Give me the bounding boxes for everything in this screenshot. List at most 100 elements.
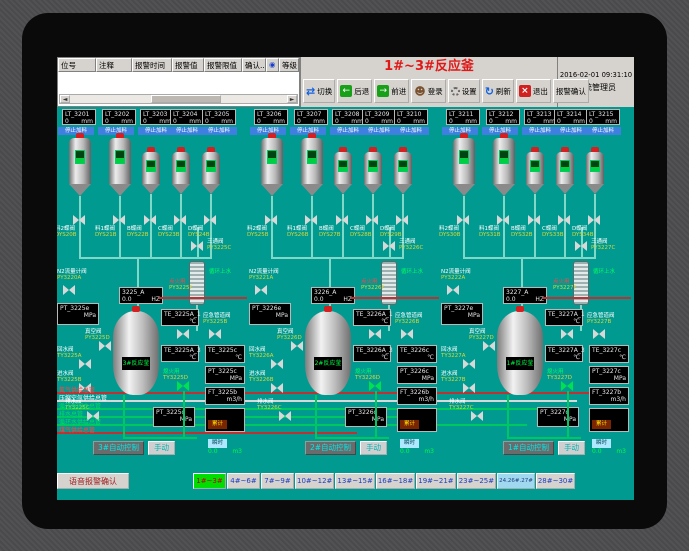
butterfly-valve[interactable] xyxy=(528,215,540,225)
butterfly-valve[interactable] xyxy=(204,215,216,225)
extinguish-valve[interactable] xyxy=(561,381,573,391)
back-button[interactable]: ← 后退 xyxy=(337,79,372,103)
temperature-display[interactable]: TE_3226c ℃ xyxy=(397,345,437,363)
level-display[interactable]: LT_3213 0mm xyxy=(524,109,558,125)
temperature-display[interactable]: TE_3226A_3 ℃ xyxy=(353,345,391,362)
butterfly-valve[interactable] xyxy=(366,215,378,225)
manual-button-1[interactable]: 手动 xyxy=(558,441,585,455)
drain-valve[interactable] xyxy=(279,411,291,421)
pressure-display[interactable]: PT_3227e MPa xyxy=(441,303,483,325)
emergency-pipe-valve[interactable] xyxy=(593,329,605,339)
level-display[interactable]: LT_3210 0mm xyxy=(394,109,428,125)
scroll-right-icon[interactable]: ► xyxy=(287,95,297,103)
manual-button-2[interactable]: 手动 xyxy=(360,441,387,455)
alarm-table-scrollbar[interactable]: ◄ ► xyxy=(59,94,298,104)
agitator-display[interactable]: 3226_A 0.0HZ xyxy=(311,287,355,304)
page-button-2[interactable]: 7#~9# xyxy=(261,473,294,489)
voice-alarm-confirm-button[interactable]: 语音报警确认 xyxy=(57,473,129,489)
exit-button[interactable]: × 退出 xyxy=(516,79,551,103)
level-display[interactable]: LT_3211 0mm xyxy=(446,109,480,125)
manual-button-3[interactable]: 手动 xyxy=(148,441,175,455)
pressure-display[interactable]: PT_3226c MPa xyxy=(397,366,437,384)
level-display[interactable]: LT_3214 0mm xyxy=(554,109,588,125)
agitator-display[interactable]: 3227_A 0.0HZ xyxy=(503,287,547,304)
temperature-display[interactable]: TE_3225A_3 ℃ xyxy=(161,345,199,362)
pressure-display[interactable]: PT_3225e MPa xyxy=(57,303,99,325)
level-display[interactable]: LT_3212 0mm xyxy=(486,109,520,125)
page-button-0[interactable]: 1#~3# xyxy=(193,473,226,489)
n2-flow-valve[interactable] xyxy=(255,285,267,295)
page-button-7[interactable]: 23#~25# xyxy=(457,473,496,489)
level-display[interactable]: LT_3208 0mm xyxy=(332,109,366,125)
switch-button[interactable]: ⇄ 切换 xyxy=(303,79,335,103)
total-button[interactable]: 累计 xyxy=(592,420,611,429)
flow-display[interactable]: FT_3226b m3/h xyxy=(397,387,437,405)
emergency-pipe-valve[interactable] xyxy=(401,329,413,339)
return-valve[interactable] xyxy=(463,359,475,369)
level-display[interactable]: LT_3201 0mm xyxy=(62,109,96,125)
butterfly-valve[interactable] xyxy=(336,215,348,225)
page-button-6[interactable]: 19#~21# xyxy=(416,473,455,489)
level-display[interactable]: LT_3204 0mm xyxy=(170,109,204,125)
vacuum-valve[interactable] xyxy=(291,341,303,351)
totalizer-display[interactable]: 累计瞬时 0.0m3 xyxy=(589,408,629,432)
extinguish-valve[interactable] xyxy=(369,381,381,391)
instant-button[interactable]: 瞬时 xyxy=(400,439,419,448)
level-display[interactable]: LT_3206 0mm xyxy=(254,109,288,125)
emergency-pipe-valve[interactable] xyxy=(209,329,221,339)
settings-button[interactable]: 设置 xyxy=(448,79,480,103)
temperature-display[interactable]: TE_3227c ℃ xyxy=(589,345,629,363)
total-button[interactable]: 累计 xyxy=(208,420,227,429)
page-button-8[interactable]: 24.26#.27# xyxy=(497,473,535,489)
scroll-thumb[interactable] xyxy=(151,95,221,103)
page-button-5[interactable]: 16#~18# xyxy=(376,473,415,489)
butterfly-valve[interactable] xyxy=(396,215,408,225)
three-way-valve[interactable] xyxy=(575,241,587,251)
reactor-vessel[interactable]: 3#反应釜 xyxy=(113,311,159,395)
pressure-display[interactable]: PT_3227c MPa xyxy=(589,366,629,384)
level-display[interactable]: LT_3215 0mm xyxy=(586,109,620,125)
temperature-display[interactable]: TE_3227A_1 ℃ xyxy=(545,309,583,326)
reactor-vessel[interactable]: 2#反应釜 xyxy=(305,311,351,395)
pressure-display[interactable]: PT_3225c MPa xyxy=(205,366,245,384)
three-way-valve[interactable] xyxy=(191,241,203,251)
alarm-confirm-button[interactable]: 报警确认 xyxy=(553,79,589,103)
pressure-display[interactable]: PT_3226e MPa xyxy=(249,303,291,325)
flow-display[interactable]: FT_3227b m3/h xyxy=(589,387,629,405)
auto-control-button-2[interactable]: 2#自动控制 xyxy=(305,441,356,455)
inlet-valve[interactable] xyxy=(463,383,475,393)
butterfly-valve[interactable] xyxy=(558,215,570,225)
instant-button[interactable]: 瞬时 xyxy=(592,439,611,448)
drain-valve[interactable] xyxy=(471,411,483,421)
level-display[interactable]: LT_3209 0mm xyxy=(362,109,396,125)
butterfly-valve[interactable] xyxy=(265,215,277,225)
flow-display[interactable]: FT_3225b m3/h xyxy=(205,387,245,405)
instant-button[interactable]: 瞬时 xyxy=(208,439,227,448)
totalizer-display[interactable]: 累计瞬时 0.0m3 xyxy=(397,408,437,432)
page-button-1[interactable]: 4#~6# xyxy=(227,473,260,489)
vacuum-valve[interactable] xyxy=(99,341,111,351)
vacuum-valve[interactable] xyxy=(483,341,495,351)
butterfly-valve[interactable] xyxy=(305,215,317,225)
scroll-left-icon[interactable]: ◄ xyxy=(60,95,70,103)
butterfly-valve[interactable] xyxy=(588,215,600,225)
temperature-display[interactable]: TE_3225A_1 ℃ xyxy=(161,309,199,326)
condense-valve[interactable] xyxy=(561,329,573,339)
temperature-display[interactable]: TE_3226A_1 ℃ xyxy=(353,309,391,326)
auto-control-button-3[interactable]: 3#自动控制 xyxy=(93,441,144,455)
forward-button[interactable]: → 前进 xyxy=(374,79,409,103)
butterfly-valve[interactable] xyxy=(174,215,186,225)
page-button-9[interactable]: 28#~30# xyxy=(536,473,575,489)
pressure-display[interactable]: PT_3226d MPa xyxy=(345,407,387,427)
level-display[interactable]: LT_3203 0mm xyxy=(140,109,174,125)
butterfly-valve[interactable] xyxy=(457,215,469,225)
temperature-display[interactable]: TE_3225c ℃ xyxy=(205,345,245,363)
level-display[interactable]: LT_3207 0mm xyxy=(294,109,328,125)
login-button[interactable]: ☻ 登录 xyxy=(411,79,445,103)
auto-control-button-1[interactable]: 1#自动控制 xyxy=(503,441,554,455)
condense-valve[interactable] xyxy=(177,329,189,339)
refresh-button[interactable]: ↻ 刷新 xyxy=(482,79,514,103)
level-display[interactable]: LT_3205 0mm xyxy=(202,109,236,125)
page-button-3[interactable]: 10#~12# xyxy=(295,473,334,489)
total-button[interactable]: 累计 xyxy=(400,420,419,429)
